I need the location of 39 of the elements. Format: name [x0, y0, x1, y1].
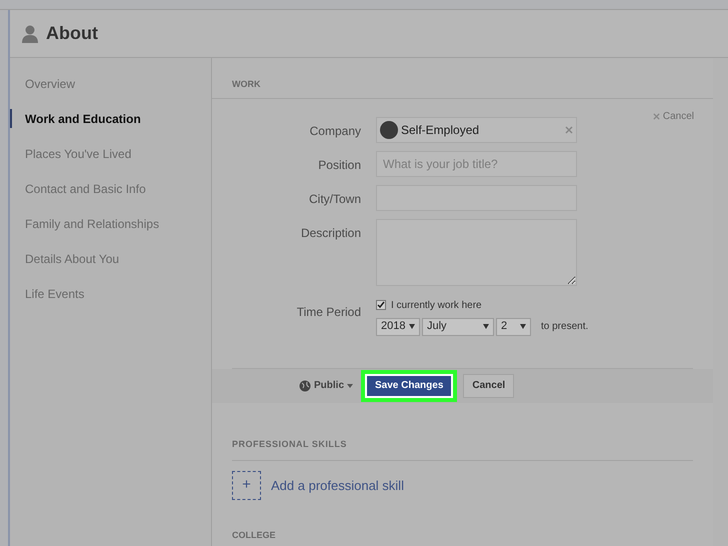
sidebar-item[interactable]: Places You've Lived	[25, 144, 132, 162]
caret-icon	[483, 324, 489, 330]
audience-button[interactable]: Public	[299, 378, 354, 394]
close-icon	[652, 113, 660, 120]
year-select[interactable]: 2018	[376, 318, 420, 336]
sidebar-item[interactable]: Overview	[25, 74, 76, 92]
section-heading: PROFESSIONAL SKILLS	[232, 439, 347, 449]
field-label: City/Town	[308, 192, 361, 206]
checkbox[interactable]	[376, 300, 386, 310]
company-logo	[380, 120, 398, 139]
caret-icon	[520, 324, 526, 330]
page-title: About	[46, 22, 98, 45]
sidebar-item[interactable]: Family and Relationships	[25, 214, 160, 232]
section-heading: COLLEGE	[232, 530, 276, 540]
day-select[interactable]: 2	[496, 318, 531, 336]
cancel-button[interactable]: Cancel	[463, 374, 514, 398]
sidebar-item[interactable]: Work and Education	[25, 110, 141, 128]
add-skill-button[interactable]: +	[232, 471, 261, 500]
person-icon	[22, 24, 38, 42]
field-label: Time Period	[296, 304, 361, 319]
field-label: Description	[300, 226, 361, 240]
globe-icon	[299, 380, 311, 392]
sidebar-item[interactable]: Details About You	[25, 250, 120, 268]
field-label: Position	[318, 158, 361, 172]
caret-icon	[409, 324, 415, 330]
caret-icon	[347, 384, 354, 388]
month-select[interactable]: July	[422, 318, 494, 336]
section-heading: WORK	[232, 78, 260, 92]
sidebar-item[interactable]: Life Events	[25, 284, 84, 302]
description-field[interactable]	[376, 218, 577, 286]
close-icon[interactable]	[565, 126, 573, 134]
cancel-link[interactable]: Cancel	[652, 110, 694, 124]
field-label: Company	[310, 124, 361, 138]
period-suffix: to present.	[541, 320, 588, 334]
input-field[interactable]: What is your job title?	[376, 150, 577, 177]
add-skill-link[interactable]: Add a professional skill	[271, 476, 404, 496]
company-field[interactable]: Self-Employed	[376, 116, 577, 143]
checkbox-label: I currently work here	[391, 298, 482, 313]
sidebar-item[interactable]: Contact and Basic Info	[25, 180, 146, 198]
